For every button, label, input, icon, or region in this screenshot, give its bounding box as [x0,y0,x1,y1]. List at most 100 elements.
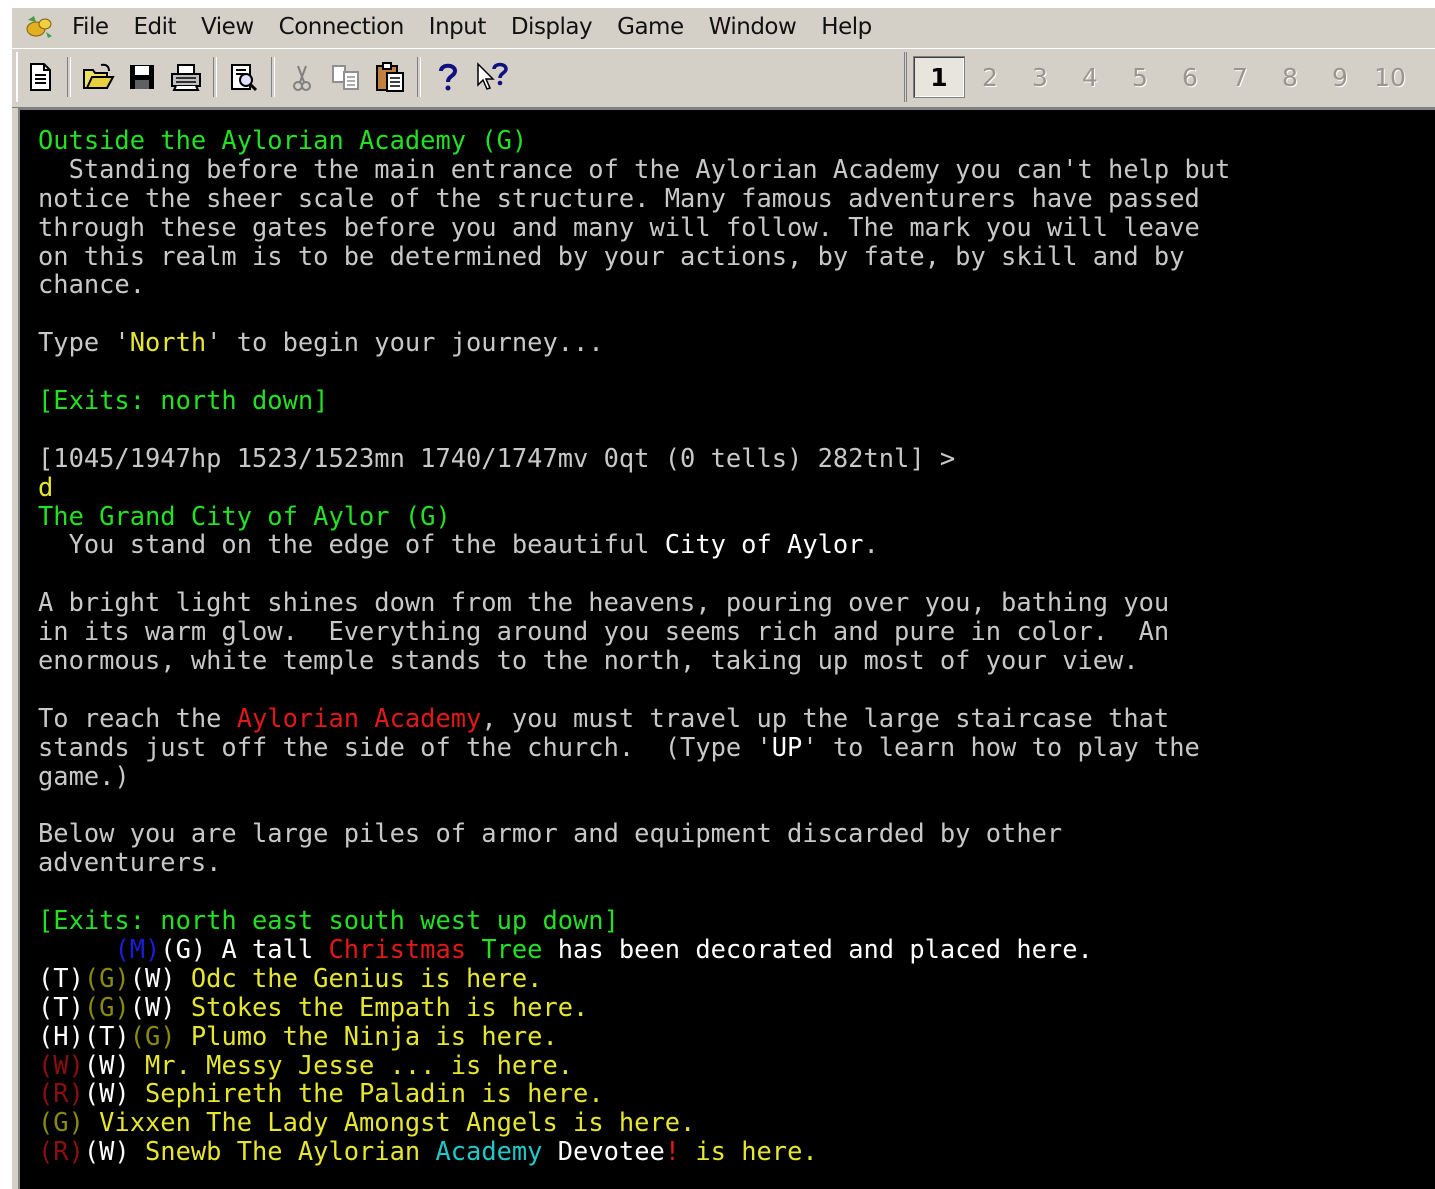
terminal-segment: Christmas [328,933,467,964]
menu-connection[interactable]: Connection [267,12,417,42]
terminal-segment: ! [664,1136,681,1167]
terminal-line: through these gates before you and many … [38,212,1429,242]
terminal-segment: stands just off the side of the church. … [38,731,772,762]
tab-2[interactable]: 2 [965,57,1015,97]
tab-5[interactable]: 5 [1115,57,1165,97]
tab-7[interactable]: 7 [1215,57,1265,97]
terminal-segment: Stokes the Empath is here. [190,991,589,1022]
terminal-segment: (W) [129,991,191,1022]
terminal-line: [Exits: north down] [38,386,1429,415]
terminal-line: [Exits: north east south west up down] [38,906,1429,935]
terminal-line: enormous, white temple stands to the nor… [38,646,1429,675]
tab-9[interactable]: 9 [1315,57,1365,97]
copy-icon[interactable] [326,55,366,99]
terminal-segment: (R) [38,1136,84,1167]
terminal-segment: (M) [114,933,161,964]
toolbar-separator [213,57,217,97]
terminal-segment: Vixxen The Lady Amongst Angels is here. [99,1107,696,1138]
print-preview-icon[interactable] [224,55,264,99]
terminal-segment: The Grand City of Aylor (G) [38,500,451,531]
terminal-segment: Tree [466,933,543,964]
new-document-icon[interactable] [20,55,60,99]
tab-4[interactable]: 4 [1065,57,1115,97]
terminal-segment: [Exits: north down] [38,385,329,416]
menu-window[interactable]: Window [697,12,810,42]
terminal-segment: Outside the Aylorian Academy (G) [38,125,528,155]
terminal-line: stands just off the side of the church. … [38,731,1429,762]
tab-8[interactable]: 8 [1265,57,1315,97]
terminal-segment: adventurers. [38,847,222,878]
save-icon[interactable] [122,55,162,99]
terminal-segment: (G) [38,1107,100,1138]
tab-10[interactable]: 10 [1365,57,1415,97]
print-icon[interactable] [166,55,206,99]
terminal-line: The Grand City of Aylor (G) [38,500,1429,531]
terminal-segment: is here. [680,1136,818,1167]
terminal-segment: ' to begin your journey... [206,327,604,358]
terminal-segment: (G) [83,991,130,1022]
terminal-segment: notice the sheer scale of the structure.… [38,182,1200,213]
terminal-segment [38,934,114,964]
terminal-segment: Devotee [542,1136,665,1167]
terminal-segment: Standing before the main entrance of the… [38,153,1231,184]
help-icon[interactable] [428,55,468,99]
terminal-segment: [Exits: north east south west up down] [38,905,619,936]
terminal-segment: (H)(T) [38,1020,130,1051]
terminal-segment: . [863,529,879,560]
terminal-line: Below you are large piles of armor and e… [38,819,1429,848]
tab-3[interactable]: 3 [1015,57,1065,97]
menu-input[interactable]: Input [417,12,499,42]
tab-6[interactable]: 6 [1165,57,1215,97]
open-folder-icon[interactable] [78,55,118,99]
paste-icon[interactable] [370,55,410,99]
terminal-segment: City of Aylor [664,529,864,560]
terminal-segment: Mr. Messy Jesse ... is here. [145,1049,574,1080]
menu-bar: File Edit View Connection Input Display … [12,8,1435,46]
terminal-segment: (R) [38,1078,84,1109]
terminal-segment: A bright light shines down from the heav… [38,587,1170,618]
terminal-line: adventurers. [38,848,1429,877]
terminal-segment: Plumo the Ninja is here. [190,1020,558,1051]
mud-client-window: File Edit View Connection Input Display … [12,8,1435,1189]
terminal-line: You stand on the edge of the beautiful C… [38,530,1429,559]
terminal-line: d [38,471,1429,502]
terminal-segment: North [129,327,207,358]
terminal-line: (W)(W) Mr. Messy Jesse ... is here. [38,1049,1429,1080]
terminal-segment: game.) [38,760,130,791]
terminal-segment: Academy [435,1136,543,1167]
terminal-segment: (W) [83,1049,146,1080]
terminal-segment: (W) [38,1049,84,1080]
terminal-segment: Snewb The Aylorian [145,1136,436,1167]
terminal-line: notice the sheer scale of the structure.… [38,182,1429,213]
menu-view[interactable]: View [189,12,267,42]
terminal-segment: UP [771,731,803,762]
toolbar: 1 2 3 4 5 6 7 8 9 10 [12,48,1435,108]
terminal-segment: Type ' [38,327,130,358]
menu-file[interactable]: File [60,12,122,42]
terminal-segment: (T) [38,991,84,1022]
tab-1[interactable]: 1 [913,56,965,98]
cut-icon[interactable] [282,55,322,99]
terminal-segment: d [38,471,54,502]
terminal-line: (R)(W) Snewb The Aylorian Academy Devote… [38,1137,1429,1166]
toolbar-separator [67,57,71,97]
terminal-segment: ' to learn how to play the [802,731,1200,762]
terminal-text: Outside the Aylorian Academy (G) Standin… [38,126,1429,1166]
menu-game[interactable]: Game [605,12,696,42]
menu-display[interactable]: Display [499,12,605,42]
terminal-line: (T)(G)(W) Odc the Genius is here. [38,963,1429,993]
terminal-line: (G) Vixxen The Lady Amongst Angels is he… [38,1108,1429,1137]
terminal-output[interactable]: Outside the Aylorian Academy (G) Standin… [18,108,1435,1189]
terminal-segment: on this realm is to be determined by you… [38,240,1185,271]
terminal-segment: Sephireth the Paladin is here. [145,1078,604,1109]
terminal-segment: , you must travel up the large staircase… [481,702,1170,733]
terminal-line: on this realm is to be determined by you… [38,240,1429,271]
context-help-icon[interactable] [472,55,512,99]
menu-help[interactable]: Help [809,12,884,42]
terminal-line: [1045/1947hp 1523/1523mn 1740/1747mv 0qt… [38,443,1429,473]
menu-edit[interactable]: Edit [122,12,190,42]
